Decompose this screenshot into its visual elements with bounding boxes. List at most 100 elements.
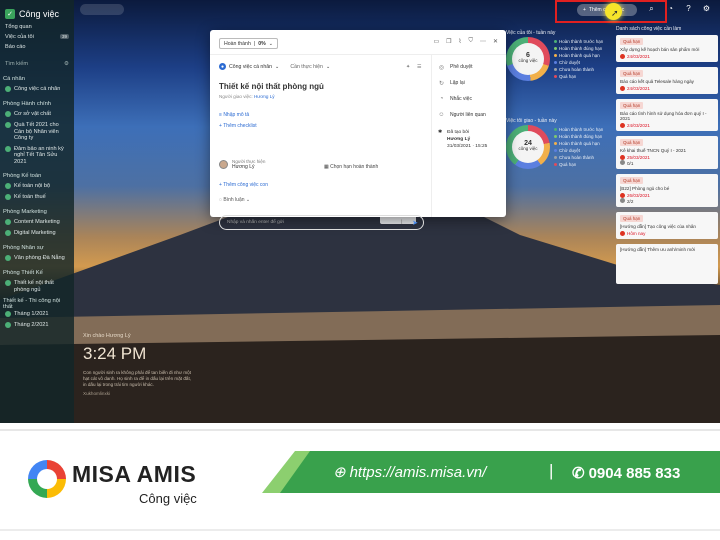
repeat-action[interactable]: ↻ Lặp lại bbox=[438, 75, 500, 91]
project-icon: ● bbox=[219, 63, 226, 70]
sidebar-item-reports[interactable]: Báo cáo bbox=[0, 42, 74, 52]
comment-icon[interactable]: ▭ bbox=[433, 38, 439, 45]
add-subtask-link[interactable]: + Thêm công việc con bbox=[219, 182, 268, 188]
todo-list: Danh sách công việc cần làm Quá hạn Xây d… bbox=[616, 26, 718, 289]
group-selector[interactable]: Cần thực hiện bbox=[290, 64, 323, 70]
todo-card[interactable]: Quá hạn Báo cáo tình hình sử dụng hóa đơn… bbox=[616, 99, 718, 131]
app-title: Công việc bbox=[19, 9, 60, 19]
brand-name: MISA AMIS bbox=[72, 461, 197, 487]
subtask-count: 0/1 bbox=[620, 160, 714, 166]
location-pill[interactable] bbox=[80, 4, 124, 15]
chevron-down-icon: ⌄ bbox=[325, 63, 331, 70]
sidebar-item-content-marketing[interactable]: Content Marketing bbox=[0, 217, 74, 228]
reminder-action[interactable]: ◔ Nhắc việc bbox=[438, 91, 500, 107]
project-icon bbox=[5, 122, 11, 128]
attach-icon[interactable]: ⌇ bbox=[459, 38, 462, 45]
add-description-link[interactable]: ≡ Nhập mô tả bbox=[219, 112, 249, 118]
section-design[interactable]: Phòng Thiết Kế bbox=[0, 267, 74, 278]
copy-icon[interactable]: ❐ bbox=[446, 38, 451, 45]
sidebar-item-feb-2021[interactable]: Tháng 2/2021 bbox=[0, 320, 74, 331]
mouse-cursor-highlight: ➚ bbox=[605, 3, 622, 20]
sidebar-item-internal-accounting[interactable]: Kế toán nội bộ bbox=[0, 181, 74, 192]
settings-icon[interactable]: ⚙ bbox=[701, 4, 712, 15]
deadline-picker[interactable]: ▦ Chọn hạn hoàn thành bbox=[324, 164, 378, 170]
legend-item: Quá hạn bbox=[554, 161, 603, 168]
info-icon: ✱ bbox=[438, 130, 443, 135]
globe-icon: ⊕ bbox=[333, 464, 346, 481]
created-info: ✱ Đã tạo bởi Hương Lý 31/03/2021 · 15:25 bbox=[438, 130, 488, 149]
sidebar-item-overview[interactable]: Tổng quan bbox=[0, 22, 74, 32]
task-title[interactable]: Thiết kế nội thất phòng ngủ bbox=[219, 82, 324, 91]
modal-main: ● Công việc cá nhân ⌄ Cần thực hiện ⌄ ✦ ☰ … bbox=[210, 55, 432, 230]
project-icon bbox=[5, 194, 11, 200]
task-count-badge: 39 bbox=[59, 34, 69, 39]
close-icon[interactable]: ✕ bbox=[493, 38, 498, 45]
status-dropdown[interactable]: Hoàn thành | 0% ⌄ bbox=[219, 38, 279, 49]
section-marketing[interactable]: Phòng Marketing bbox=[0, 206, 74, 217]
section-interior[interactable]: Thiết kế - Thi công nội thất bbox=[0, 298, 74, 310]
todo-card[interactable]: [Hướng dẫn] Thêm ưu anh/minh mới bbox=[616, 244, 718, 284]
sidebar-item-personal-tasks[interactable]: Công việc cá nhân bbox=[0, 84, 74, 95]
bell-icon: ◔ bbox=[439, 96, 444, 102]
donut-chart[interactable]: 24 công việc bbox=[506, 125, 550, 169]
star-icon[interactable]: ✦ bbox=[406, 64, 410, 70]
section-admin[interactable]: Phòng Hành chính bbox=[0, 98, 74, 109]
todo-card[interactable]: Quá hạn Báo cáo kết quả Telesale hàng ngà… bbox=[616, 67, 718, 94]
people-icon: ☺ bbox=[438, 112, 445, 118]
more-icon[interactable]: ⋯ bbox=[480, 38, 486, 45]
add-checklist-link[interactable]: + Thêm checklist bbox=[219, 123, 257, 129]
sidebar-item-tax-accounting[interactable]: Kế toán thuế bbox=[0, 192, 74, 203]
quote: Con người sinh ra không phải để tan biến… bbox=[83, 370, 192, 387]
donut-chart[interactable]: 6 công việc bbox=[506, 37, 550, 81]
todo-card[interactable]: Quá hạn Xây dựng kế hoạch bán sản phẩm mớ… bbox=[616, 35, 718, 62]
sidebar-item-facilities[interactable]: Cơ sở vật chất bbox=[0, 109, 74, 120]
section-accounting[interactable]: Phòng Kế toán bbox=[0, 170, 74, 181]
clock-icon bbox=[620, 86, 625, 91]
app-window: ✓ Công việc Tổng quan Việc của tôi 39 Báo… bbox=[0, 0, 720, 423]
approve-action[interactable]: ◎ Phê duyệt bbox=[438, 59, 500, 75]
greeting-panel: Xin chào Hương Lý 3:24 PM Con người sinh… bbox=[83, 333, 193, 396]
section-hr[interactable]: Phòng Nhân sự bbox=[0, 242, 74, 253]
avatar bbox=[219, 160, 228, 169]
send-icon[interactable]: ➤ bbox=[412, 219, 418, 227]
project-icon bbox=[5, 86, 11, 92]
todo-text: Báo cáo kết quả Telesale hàng ngày bbox=[620, 79, 694, 84]
sidebar-item-tet-gifts[interactable]: Quà Tết 2021 cho Cán bộ Nhân viên Công t… bbox=[0, 120, 74, 144]
todo-card[interactable]: Quá hạn [B22] Phòng ngủ cho bé 26/03/2021 2… bbox=[616, 174, 718, 207]
todo-text: Báo cáo tình hình sử dụng hóa đơn quý I … bbox=[620, 111, 707, 121]
todo-text: Kê khai thuế TNCN Quý I - 2021 bbox=[620, 148, 687, 153]
sidebar-item-jan-2021[interactable]: Tháng 1/2021 bbox=[0, 309, 74, 320]
separator: | bbox=[549, 461, 554, 480]
website-link[interactable]: ⊕ https://amis.misa.vn/ bbox=[333, 463, 486, 482]
comments-toggle[interactable]: ◌ Bình luận ⌄ bbox=[219, 197, 250, 203]
overdue-tag: Quá hạn bbox=[620, 139, 644, 146]
list-icon[interactable]: ☰ bbox=[417, 64, 421, 70]
sidebar-item-bedroom-design[interactable]: Thiết kế nội thất phòng ngủ bbox=[0, 278, 74, 295]
modal-header: Hoàn thành | 0% ⌄ ▭ ❐ ⌇ ⛉ ⋯ ✕ bbox=[210, 30, 506, 55]
help-icon[interactable]: ? bbox=[683, 4, 694, 15]
overdue-tag: Quá hạn bbox=[620, 215, 644, 222]
top-bar: +Thêm công việc ➚ ⌕ ◔ ? ⚙ bbox=[74, 0, 720, 23]
bookmark-icon[interactable]: ⛉ bbox=[468, 38, 473, 45]
phone-icon: ✆ bbox=[572, 465, 585, 482]
project-selector[interactable]: ● Công việc cá nhân ⌄ Cần thực hiện ⌄ bbox=[219, 63, 330, 70]
sidebar-item-my-tasks[interactable]: Việc của tôi 39 bbox=[0, 32, 74, 42]
comment-input[interactable]: Nhập và nhấn enter để gửi ⌇ ➤ bbox=[219, 215, 424, 230]
todo-card[interactable]: Quá hạn [Hướng dẫn] Tạo công việc của nhâ… bbox=[616, 212, 718, 239]
search-icon[interactable]: ⌕ bbox=[646, 4, 657, 15]
misa-logo-icon bbox=[28, 460, 66, 498]
section-personal[interactable]: Cá nhân bbox=[0, 73, 74, 84]
bell-icon[interactable]: ◔ bbox=[665, 4, 676, 15]
sidebar-item-tet-security[interactable]: Đảm bảo an ninh kỳ nghỉ Tết Tân Sửu 2021 bbox=[0, 144, 74, 168]
sidebar-item-digital-marketing[interactable]: Digital Marketing bbox=[0, 228, 74, 239]
todo-card[interactable]: Quá hạn Kê khai thuế TNCN Quý I - 2021 25/… bbox=[616, 136, 718, 169]
app-logo[interactable]: ✓ Công việc bbox=[0, 6, 74, 22]
related-people-action[interactable]: ☺ Người liên quan bbox=[438, 107, 500, 123]
sidebar-search[interactable]: Tìm kiếm ⚙ bbox=[0, 58, 74, 70]
sidebar-item-danang-office[interactable]: Văn phòng Đà Nẵng bbox=[0, 253, 74, 264]
paperclip-icon[interactable]: ⌇ bbox=[400, 219, 403, 226]
divider bbox=[0, 429, 720, 431]
gear-icon[interactable]: ⚙ bbox=[64, 61, 69, 67]
assignee[interactable]: Người thực hiện Hương Lý bbox=[219, 159, 265, 170]
phone-link[interactable]: ✆ 0904 885 833 bbox=[572, 464, 680, 483]
